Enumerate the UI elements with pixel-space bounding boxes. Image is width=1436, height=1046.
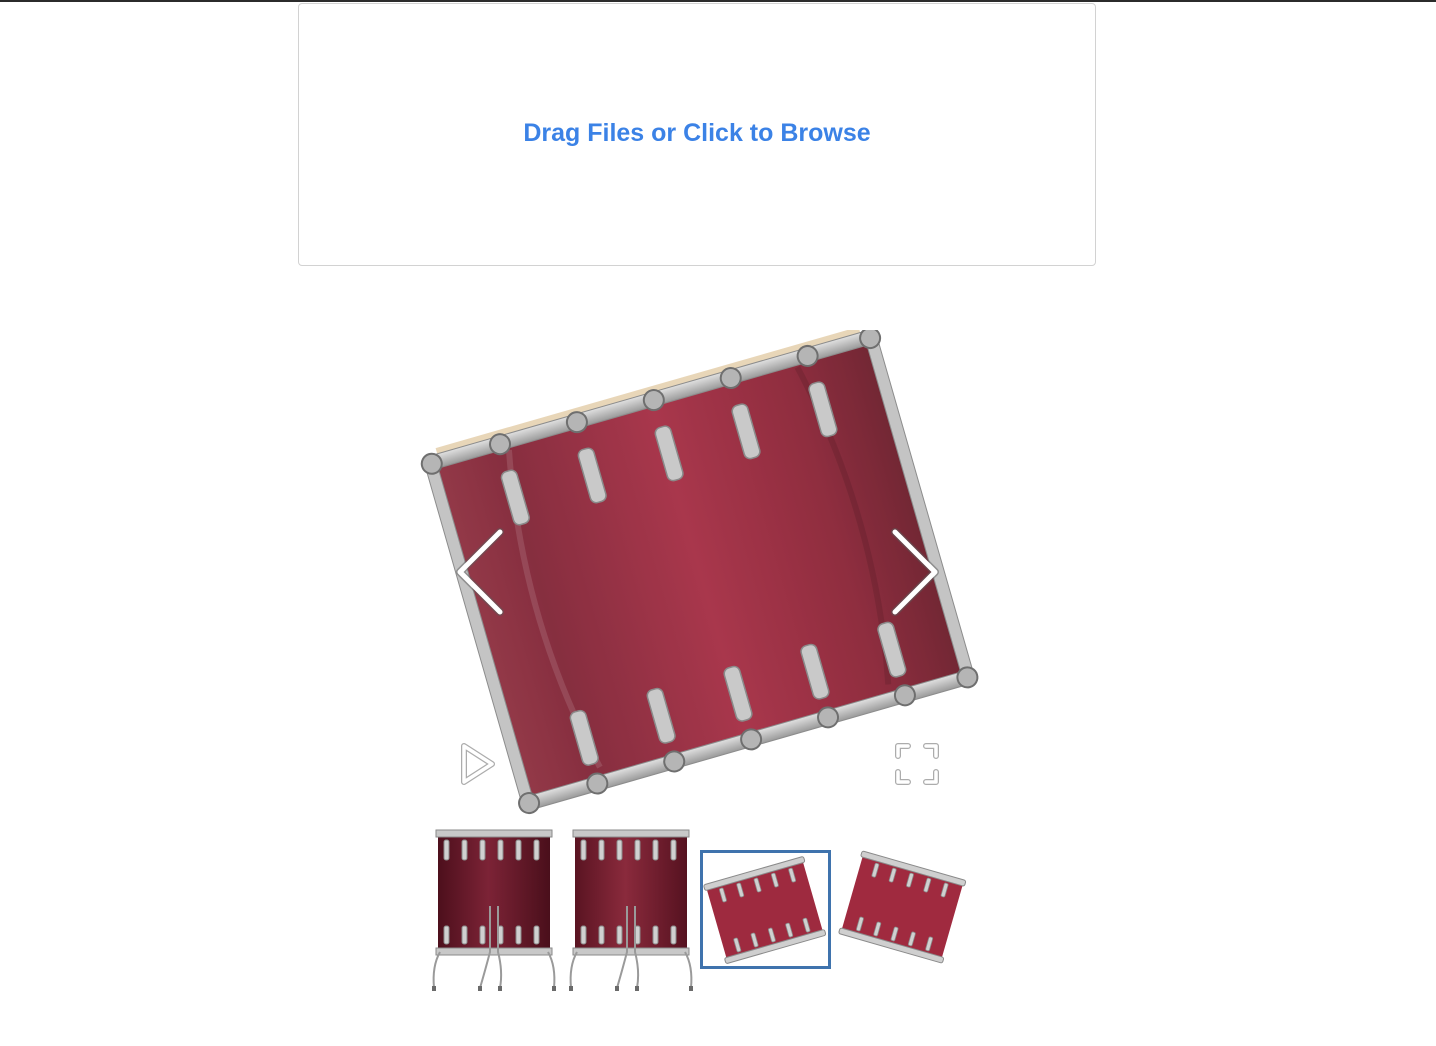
thumbnail-strip xyxy=(430,826,970,996)
chevron-left-icon[interactable] xyxy=(450,528,510,618)
chevron-right-icon[interactable] xyxy=(885,528,945,618)
thumbnail-4[interactable] xyxy=(838,850,970,970)
dropzone-label: Drag Files or Click to Browse xyxy=(523,119,871,147)
thumbnail-3[interactable] xyxy=(700,850,831,969)
file-dropzone[interactable]: Drag Files or Click to Browse xyxy=(298,3,1096,266)
image-gallery xyxy=(420,330,980,820)
top-divider xyxy=(0,0,1436,2)
thumbnail-2[interactable] xyxy=(567,826,695,992)
play-icon[interactable] xyxy=(456,740,500,788)
fullscreen-icon[interactable] xyxy=(892,740,942,788)
thumbnail-1[interactable] xyxy=(430,826,558,992)
